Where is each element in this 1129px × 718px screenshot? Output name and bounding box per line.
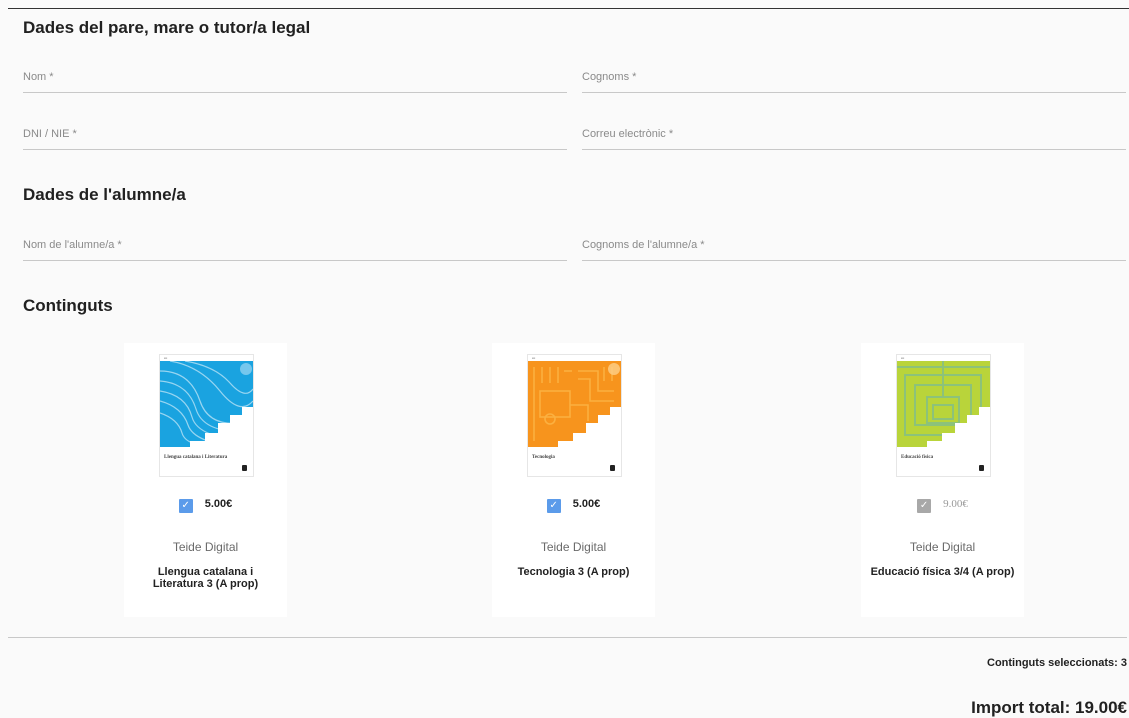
book-select-checkbox[interactable]: ✓ [178,498,193,513]
publisher-logo-icon [979,465,984,471]
book-price: 5.00€ [572,497,601,510]
book-title: Tecnologia 3 (A prop) [517,566,630,578]
book-title: Llengua catalana i Literatura 3 (A prop) [152,566,259,590]
total-amount: Import total: 19.00€ [971,698,1127,717]
publisher-logo-icon [610,465,615,471]
book-publisher: Teide Digital [172,540,239,554]
parent-surname-field [582,62,1126,93]
cover-brand-mark: ▪▪▪ [532,356,536,360]
student-name-field [23,230,567,261]
price-row: ✓ 9.00€ [861,495,1024,513]
cover-brand-mark: ▪▪▪ [901,356,905,360]
cover-pattern [897,361,990,456]
student-surname-field [582,230,1126,261]
student-name-input[interactable] [23,230,567,260]
price-row: ✓ 5.00€ [492,495,655,513]
cover-title-text: Tecnologia [532,455,555,460]
selected-count: Continguts seleccionats: 3 [987,657,1127,669]
dni-input[interactable] [23,119,567,149]
dni-field [23,119,567,150]
email-input[interactable] [582,119,1126,149]
book-cover-image: ▪▪▪ Llengua catalana i Literatura [159,354,254,477]
summary-divider [8,637,1127,638]
price-row: ✓ 5.00€ [124,495,287,513]
cover-title-text: Educació física [901,455,934,460]
parent-section-title: Dades del pare, mare o tutor/a legal [23,18,311,37]
cover-pattern [160,361,253,456]
checkmark-icon: ✓ [919,499,929,511]
student-surname-input[interactable] [582,230,1126,260]
book-select-checkbox-disabled: ✓ [917,498,932,513]
book-card: ▪▪▪ Llengua catalana i Literatura ✓ 5.00€… [124,343,287,617]
student-section-title: Dades de l'alumne/a [23,185,186,204]
book-price: 9.00€ [943,497,968,510]
cover-brand-mark: ▪▪▪ [164,356,168,360]
book-publisher: Teide Digital [909,540,976,554]
cover-title-text: Llengua catalana i Literatura [164,455,228,460]
book-card: ▪▪▪ Tecnologia ✓ 5.00€ Teide Digital Tecn… [492,343,655,617]
parent-name-input[interactable] [23,62,567,92]
top-border [8,8,1129,9]
book-title: Educació física 3/4 (A prop) [870,566,1015,578]
contents-section-title: Continguts [23,296,113,315]
cover-pattern [528,361,621,456]
checkmark-icon: ✓ [181,499,190,511]
book-card: ▪▪▪ Educació física ✓ 9.00€ Teide Digital… [861,343,1024,617]
email-field [582,119,1126,150]
publisher-logo-icon [242,465,247,471]
book-price: 5.00€ [204,497,233,510]
checkmark-icon: ✓ [549,499,558,511]
book-cover-image: ▪▪▪ Educació física [896,354,991,477]
book-publisher: Teide Digital [540,540,607,554]
book-cover-image: ▪▪▪ Tecnologia [527,354,622,477]
parent-name-field [23,62,567,93]
parent-surname-input[interactable] [582,62,1126,92]
book-select-checkbox[interactable]: ✓ [546,498,561,513]
